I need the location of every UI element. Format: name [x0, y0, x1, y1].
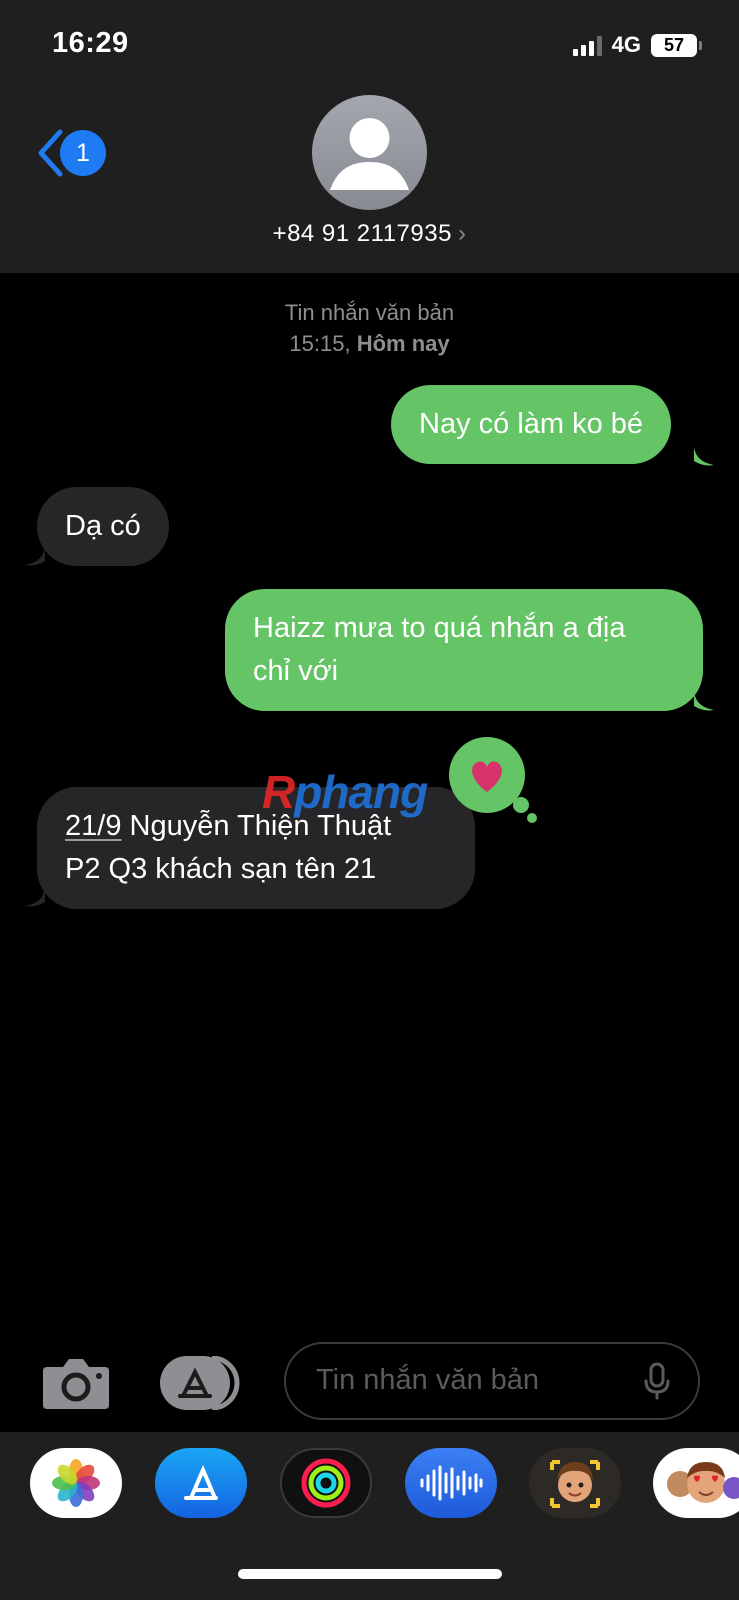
message-bubble-incoming[interactable]: Dạ có: [37, 487, 169, 566]
contact-number: +84 91 2117935: [272, 220, 452, 247]
bubble-tail: [694, 692, 714, 711]
contact-name-button[interactable]: +84 91 2117935 ›: [0, 220, 739, 248]
photos-icon: [52, 1459, 100, 1507]
timestamp-day: Hôm nay: [356, 331, 450, 356]
bubble-tail: [694, 447, 714, 466]
memoji-stickers-icon: [667, 1462, 739, 1503]
waveform-icon: [420, 1465, 483, 1501]
person-icon: [330, 118, 409, 190]
bubble-tail: [25, 547, 45, 566]
message-bubble-outgoing[interactable]: Nay có làm ko bé: [391, 385, 672, 464]
message-text-line: Haizz mưa to quá nhắn a địa: [253, 612, 626, 644]
signal-icon: [572, 34, 602, 56]
message-input-placeholder: Tin nhắn văn bản: [316, 1364, 540, 1396]
conversation-timestamp: 15:15, Hôm nay: [0, 331, 739, 357]
back-button[interactable]: 1: [36, 128, 106, 178]
app-store-icon: [184, 1464, 218, 1500]
memoji-app-button[interactable]: [529, 1448, 621, 1518]
memoji-icon: [550, 1460, 600, 1508]
message-text: Dạ có: [65, 510, 141, 542]
audio-message-app-button[interactable]: [405, 1448, 497, 1518]
microphone-icon[interactable]: [644, 1362, 670, 1400]
home-indicator[interactable]: [238, 1569, 502, 1579]
message-bubble-outgoing[interactable]: Haizz mưa to quá nhắn a địa chỉ với: [225, 589, 703, 711]
bubble-tail: [25, 888, 45, 907]
status-icons: 4G 57: [572, 32, 702, 58]
battery-level: 57: [663, 34, 685, 55]
message-text-line: chỉ với: [253, 655, 339, 687]
unread-badge: 1: [60, 130, 106, 176]
photos-app-button[interactable]: [30, 1448, 122, 1518]
address-link[interactable]: 21/9: [65, 810, 121, 842]
app-store-icon[interactable]: [160, 1356, 244, 1410]
message-text: Nay có làm ko bé: [419, 408, 644, 440]
message-text-line: P2 Q3 khách sạn tên 21: [65, 853, 377, 885]
message-input[interactable]: Tin nhắn văn bản: [284, 1342, 700, 1420]
battery-icon: 57: [651, 33, 702, 57]
app-store-app-button[interactable]: [155, 1448, 247, 1518]
conversation-header: 16:29 4G 57 1 +84 91 2117935 ›: [0, 0, 739, 273]
chevron-right-icon: ›: [457, 220, 467, 247]
activity-rings-icon: [301, 1458, 351, 1508]
memoji-stickers-app-button[interactable]: [653, 1448, 739, 1518]
timestamp-time: 15:15,: [289, 331, 351, 356]
conversation-type-label: Tin nhắn văn bản: [284, 300, 455, 325]
tapback-heart-icon[interactable]: [449, 737, 539, 825]
camera-icon[interactable]: [41, 1357, 111, 1409]
status-time: 16:29: [52, 27, 129, 59]
watermark: Rphang: [262, 766, 428, 818]
contact-avatar[interactable]: [312, 95, 427, 210]
activity-app-button[interactable]: [280, 1448, 372, 1518]
network-type: 4G: [611, 32, 641, 57]
